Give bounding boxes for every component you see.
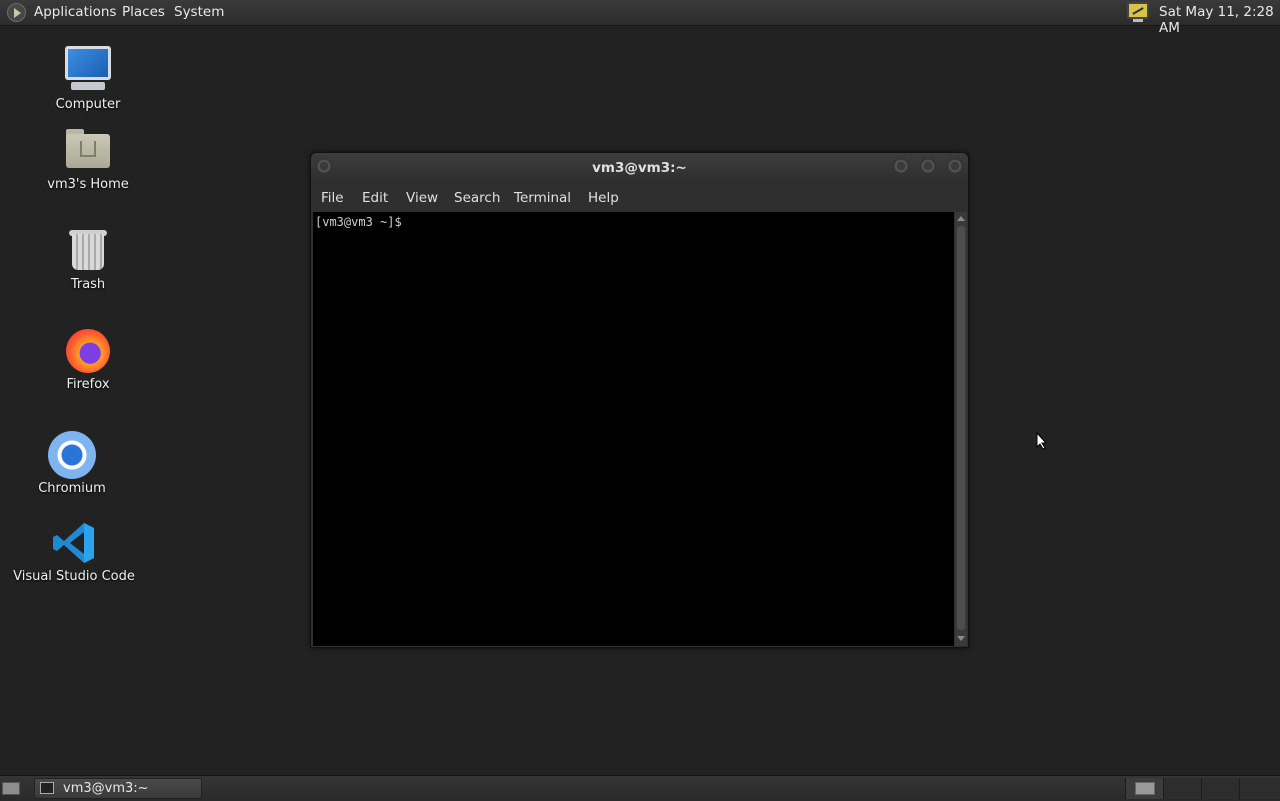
workspace-3[interactable] <box>1201 778 1239 799</box>
terminal-task-icon <box>40 782 54 794</box>
terminal-menu-bar: File Edit View Search Terminal Help <box>311 183 968 211</box>
terminal-scrollbar[interactable] <box>955 212 967 646</box>
taskbar-window-button[interactable]: vm3@vm3:~ <box>34 778 202 799</box>
clock[interactable]: Sat May 11, 2:28 AM <box>1159 4 1280 36</box>
scroll-up-arrow-icon[interactable] <box>957 216 965 221</box>
close-icon[interactable] <box>947 158 963 174</box>
workspace-4[interactable] <box>1239 778 1280 799</box>
menu-edit[interactable]: Edit <box>362 190 388 206</box>
workspace-1[interactable] <box>1125 778 1163 799</box>
desktop-label-vscode: Visual Studio Code <box>13 569 135 584</box>
menu-search[interactable]: Search <box>454 190 500 206</box>
workspace-2[interactable] <box>1163 778 1201 799</box>
computer-base-icon <box>71 82 105 90</box>
menu-system[interactable]: System <box>174 4 224 20</box>
workspace-window-thumbnail <box>1135 782 1155 795</box>
shell-prompt: [vm3@vm3 ~]$ <box>315 215 402 229</box>
applications-logo-icon[interactable] <box>7 3 26 22</box>
desktop-label-chromium: Chromium <box>38 481 106 496</box>
show-desktop-icon[interactable] <box>2 782 20 795</box>
mouse-cursor-icon <box>1036 432 1048 450</box>
desktop-label-home: vm3's Home <box>47 177 129 192</box>
display-settings-icon[interactable] <box>1127 2 1149 19</box>
desktop-label-trash: Trash <box>70 277 106 292</box>
maximize-icon[interactable] <box>920 158 936 174</box>
display-stand-icon <box>1133 19 1143 22</box>
menu-help[interactable]: Help <box>588 190 619 206</box>
menu-places[interactable]: Places <box>122 4 165 20</box>
firefox-icon <box>66 329 110 373</box>
minimize-icon[interactable] <box>893 158 909 174</box>
desktop-label-computer: Computer <box>55 97 121 112</box>
window-title: vm3@vm3:~ <box>592 160 687 176</box>
menu-view[interactable]: View <box>406 190 438 206</box>
menu-applications[interactable]: Applications <box>34 4 116 20</box>
terminal-output[interactable]: [vm3@vm3 ~]$ <box>313 212 954 646</box>
menu-terminal[interactable]: Terminal <box>514 190 571 206</box>
scroll-down-arrow-icon[interactable] <box>957 636 965 641</box>
top-panel: Applications Places System Sat May 11, 2… <box>0 0 1280 36</box>
title-bar[interactable]: vm3@vm3:~ <box>311 153 968 183</box>
trash-icon <box>72 234 104 270</box>
terminal-window[interactable]: vm3@vm3:~ File Edit View Search Terminal… <box>310 152 969 648</box>
computer-icon <box>65 46 111 80</box>
desktop-label-firefox: Firefox <box>66 377 110 392</box>
chromium-icon <box>48 431 96 479</box>
taskbar-window-label: vm3@vm3:~ <box>63 781 149 796</box>
house-icon <box>80 141 96 157</box>
scroll-thumb[interactable] <box>957 226 965 630</box>
bottom-panel: vm3@vm3:~ <box>0 775 1280 801</box>
menu-file[interactable]: File <box>321 190 344 206</box>
vscode-icon <box>53 523 94 563</box>
